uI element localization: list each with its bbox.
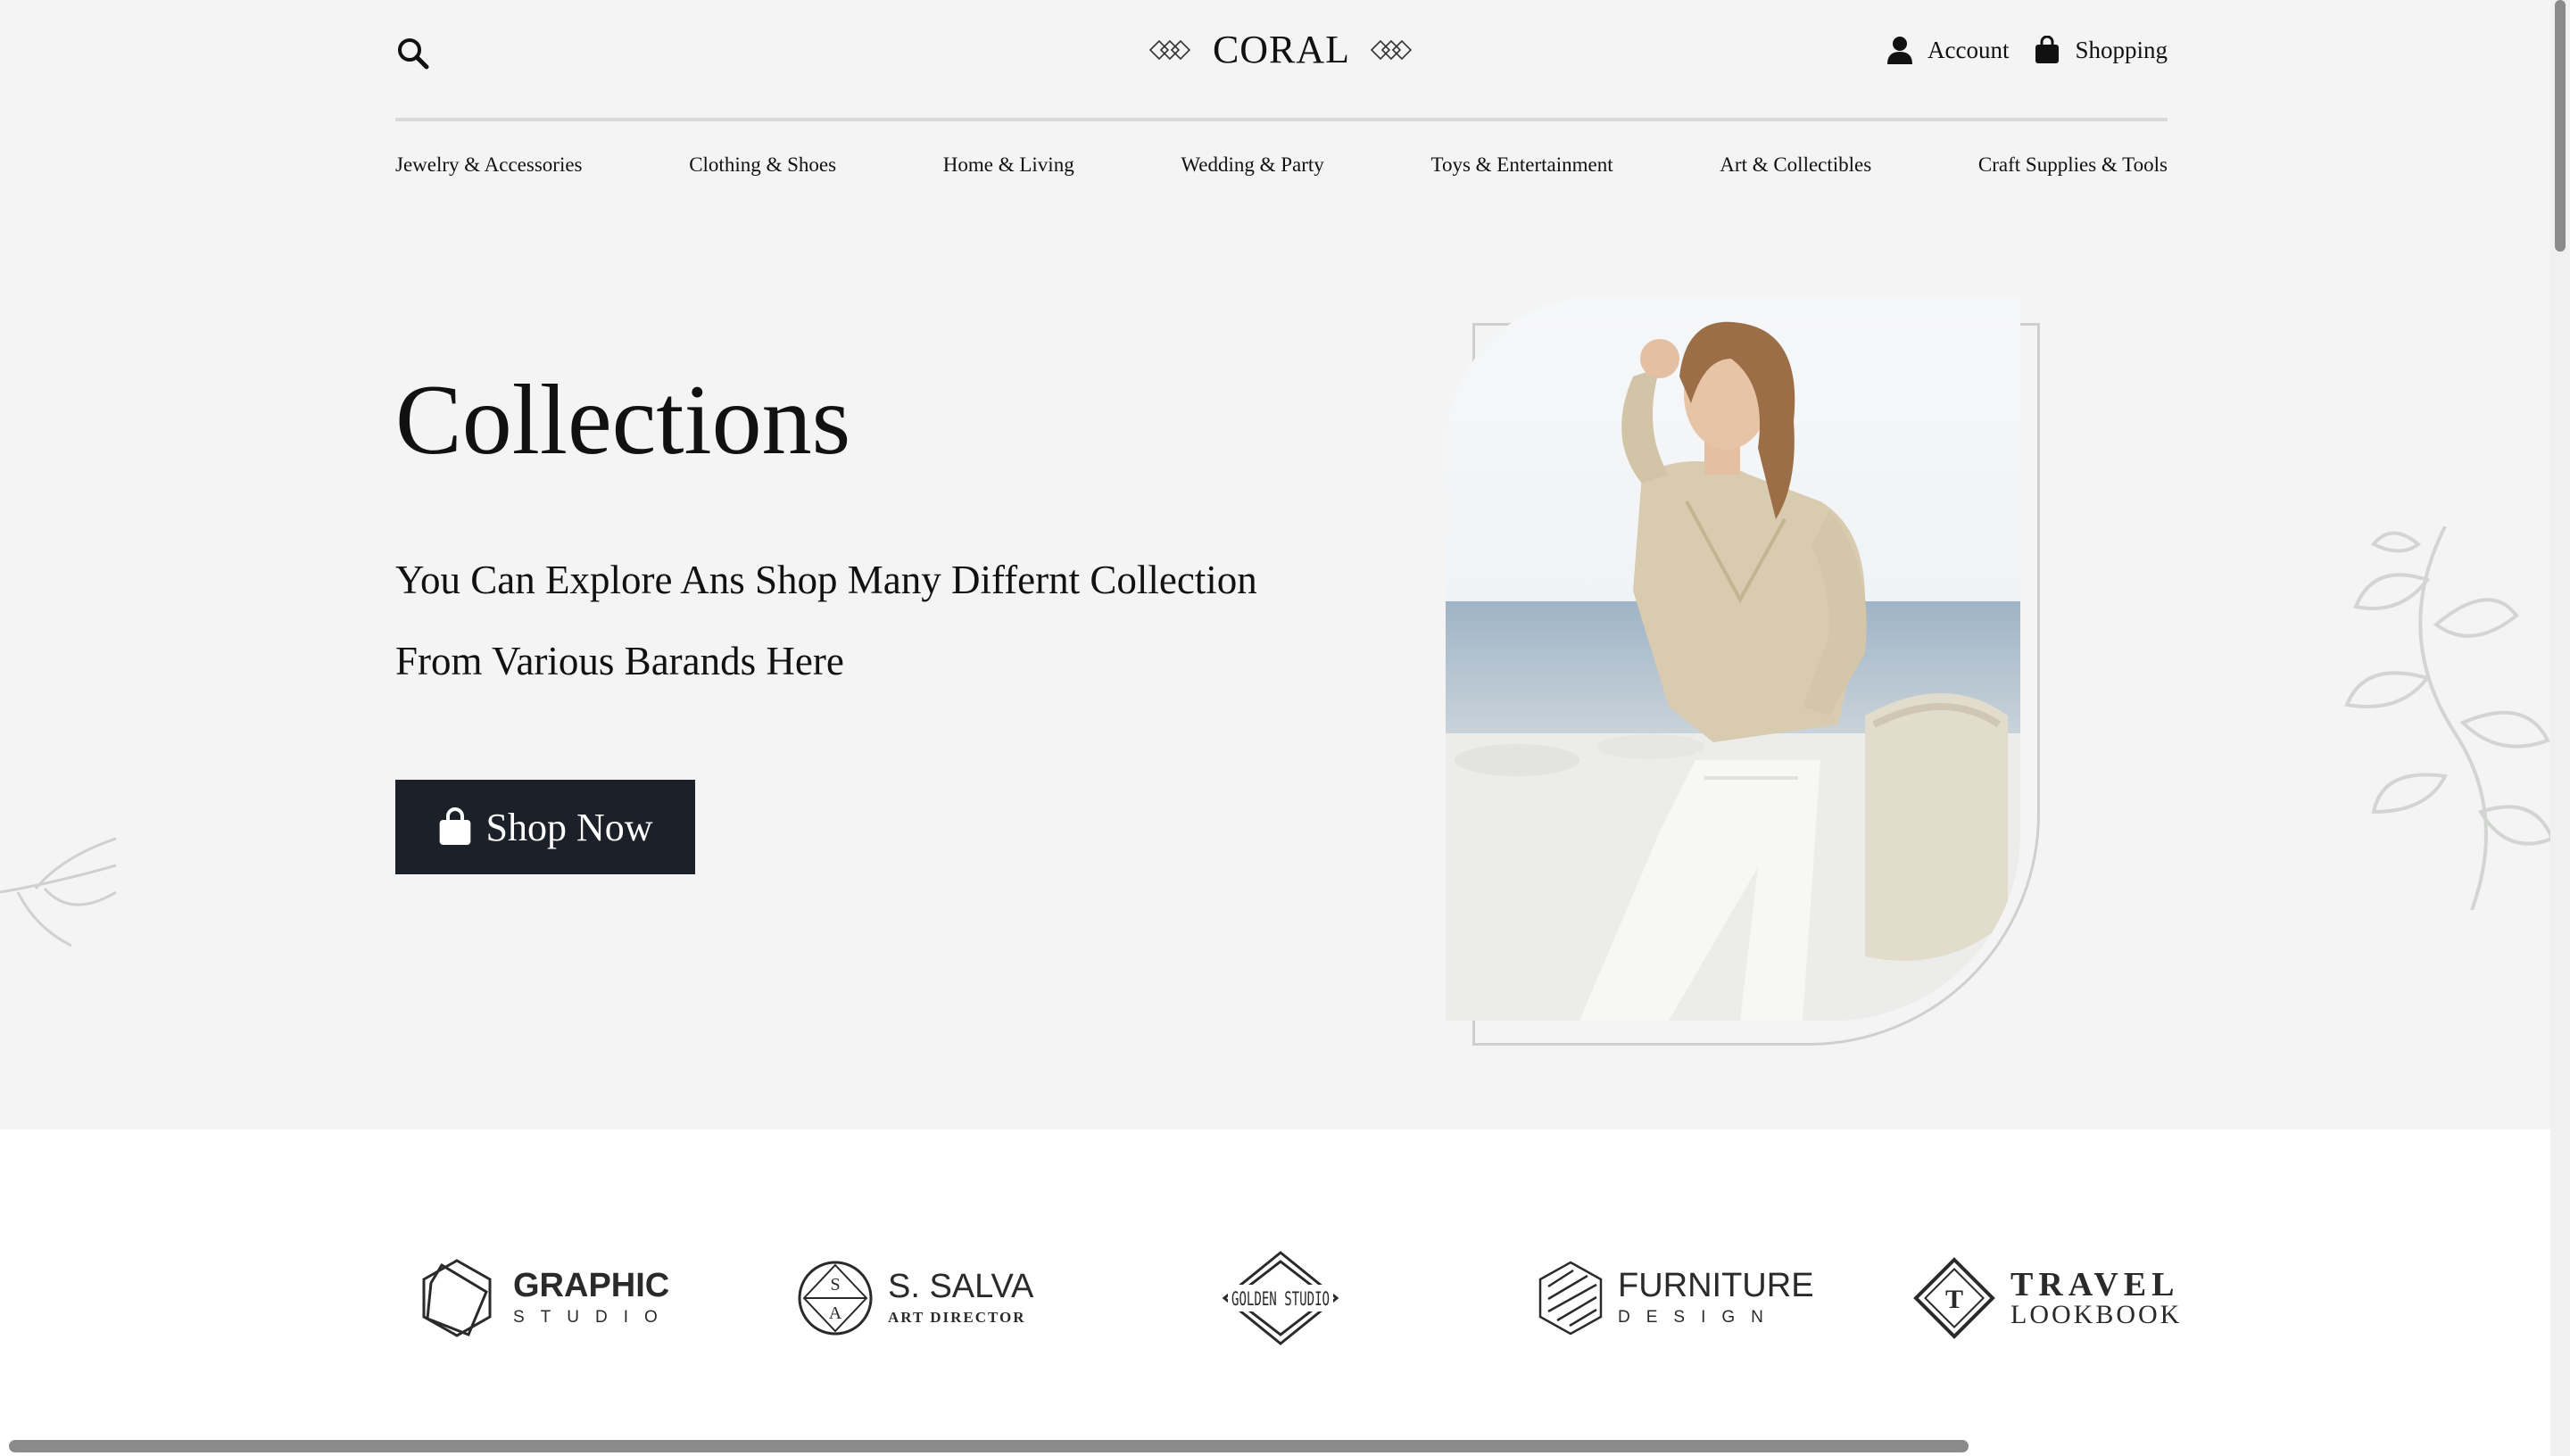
brand-name: S. SALVA xyxy=(888,1268,1034,1305)
logo-ornament-right-icon xyxy=(1370,39,1413,60)
brand-tagline: LOOKBOOK xyxy=(2010,1300,2183,1329)
brand-golden-studio[interactable]: GOLDEN STUDIO xyxy=(1221,1249,1340,1347)
leaf-decoration-icon xyxy=(0,837,117,947)
hero-subtitle: You Can Explore Ans Shop Many Differnt C… xyxy=(395,558,1257,683)
monogram-letter-top: S xyxy=(830,1275,840,1295)
brand-s-salva[interactable]: S A S. SALVA ART DIRECTOR xyxy=(797,1249,1033,1347)
vertical-scrollbar[interactable] xyxy=(2550,0,2570,1456)
nav-item-art[interactable]: Art & Collectibles xyxy=(1720,153,1871,177)
shop-now-button[interactable]: Shop Now xyxy=(395,780,695,874)
horizontal-scrollbar[interactable] xyxy=(0,1436,2550,1456)
shopping-label: Shopping xyxy=(2075,36,2168,63)
brand-tagline: DESIGN xyxy=(1618,1308,1779,1327)
account-label: Account xyxy=(1928,36,2010,63)
nav-item-jewelry[interactable]: Jewelry & Accessories xyxy=(395,153,583,177)
monogram-letter-bottom: A xyxy=(829,1303,842,1323)
brand-name: GRAPHIC xyxy=(513,1267,670,1304)
shopping-bag-icon xyxy=(2035,36,2060,63)
hexagon-logo-icon xyxy=(422,1259,492,1337)
account-link[interactable]: Account xyxy=(1886,36,2009,64)
vertical-scrollbar-thumb[interactable] xyxy=(2555,0,2566,252)
brand-logos: GRAPHIC STUDIO S A S. SALVA ART DIRECTOR… xyxy=(395,1249,2179,1347)
hero-model-image xyxy=(1446,296,2020,1021)
hero-title: Collections xyxy=(395,365,851,476)
brand-name: FURNITURE xyxy=(1618,1267,1814,1304)
category-nav: Jewelry & Accessories Clothing & Shoes H… xyxy=(395,153,2168,177)
brand-name: GOLDEN STUDIO xyxy=(1231,1288,1330,1310)
nav-item-clothing[interactable]: Clothing & Shoes xyxy=(689,153,836,177)
leaf-decoration-icon xyxy=(2344,526,2552,910)
nav-item-wedding[interactable]: Wedding & Party xyxy=(1181,153,1323,177)
brand-tagline: STUDIO xyxy=(513,1308,674,1327)
brand-mark-letter: T xyxy=(1945,1285,1963,1314)
brand-travel-lookbook[interactable]: T TRAVEL LOOKBOOK xyxy=(1912,1249,2182,1347)
nav-item-home[interactable]: Home & Living xyxy=(943,153,1074,177)
nav-item-toys[interactable]: Toys & Entertainment xyxy=(1431,153,1613,177)
shopping-bag-icon xyxy=(440,807,471,845)
cube-logo-icon xyxy=(1538,1261,1603,1336)
search-icon[interactable] xyxy=(395,36,431,71)
shop-now-label: Shop Now xyxy=(485,805,653,849)
logo-text: CORAL xyxy=(1212,28,1351,71)
shopping-link[interactable]: Shopping xyxy=(2034,36,2168,64)
brand-name: TRAVEL xyxy=(2010,1266,2180,1303)
header-actions: Account Shopping xyxy=(1886,36,2168,64)
user-icon xyxy=(1887,37,1912,64)
site-header: CORAL Account Shopping xyxy=(395,0,2168,121)
brand-furniture-design[interactable]: FURNITURE DESIGN xyxy=(1538,1249,1814,1347)
diamond-logo-icon: T xyxy=(1913,1257,1995,1339)
brand-graphic-studio[interactable]: GRAPHIC STUDIO xyxy=(415,1249,674,1347)
logo-ornament-left-icon xyxy=(1148,39,1191,60)
horizontal-scrollbar-thumb[interactable] xyxy=(9,1440,1969,1452)
site-logo[interactable]: CORAL xyxy=(1148,27,1414,72)
badge-logo-icon: GOLDEN STUDIO xyxy=(1222,1251,1339,1345)
brand-tagline: ART DIRECTOR xyxy=(888,1309,1026,1326)
nav-item-craft[interactable]: Craft Supplies & Tools xyxy=(1978,153,2168,177)
monogram-logo-icon: S A xyxy=(798,1261,873,1336)
